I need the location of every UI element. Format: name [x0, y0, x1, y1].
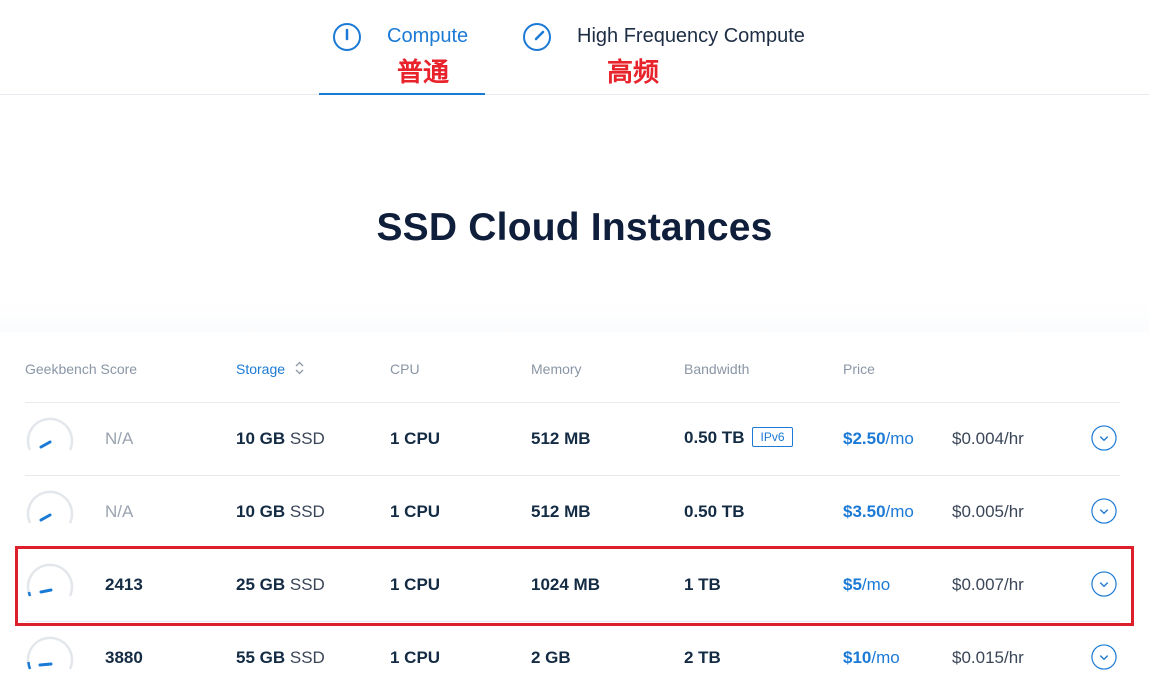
- geekbench-score: N/A: [105, 502, 134, 521]
- bandwidth-cell: 2 TB: [684, 648, 721, 667]
- page-title: SSD Cloud Instances: [376, 206, 773, 249]
- sort-arrows-icon: [295, 361, 304, 375]
- hourly-price: $0.005/hr: [952, 502, 1024, 521]
- monthly-price: $2.50/mo: [843, 429, 914, 448]
- instance-type-tabs: Compute 普通 High Frequency Compute 高频: [0, 0, 1149, 95]
- instances-table: Geekbench Score Storage CPU Memory Bandw…: [0, 332, 1149, 697]
- table-row[interactable]: N/A 10 GB SSD 1 CPU 512 MB 0.50 TB IPv6 $…: [25, 402, 1120, 476]
- column-storage[interactable]: Storage: [236, 361, 304, 377]
- storage-cell: 55 GB SSD: [236, 648, 325, 667]
- ipv6-badge: IPv6: [752, 427, 793, 447]
- table-header: Geekbench Score Storage CPU Memory Bandw…: [0, 332, 1149, 402]
- bandwidth-cell: 0.50 TB: [684, 502, 745, 521]
- active-tab-indicator: [319, 93, 485, 95]
- bandwidth-cell: 0.50 TB IPv6: [684, 427, 793, 448]
- storage-cell: 10 GB SSD: [236, 502, 325, 521]
- highlight-box: [15, 546, 1134, 626]
- column-cpu[interactable]: CPU: [390, 361, 420, 377]
- column-geekbench-score[interactable]: Geekbench Score: [25, 361, 137, 377]
- memory-cell: 512 MB: [531, 502, 591, 521]
- cpu-cell: 1 CPU: [390, 429, 441, 448]
- tab-compute[interactable]: Compute 普通: [319, 0, 485, 95]
- chevron-down-circle-icon[interactable]: [1091, 498, 1117, 524]
- memory-cell: 2 GB: [531, 648, 571, 667]
- column-storage-label: Storage: [236, 361, 286, 377]
- geekbench-gauge-icon: [26, 417, 74, 451]
- geekbench-score: N/A: [105, 429, 134, 448]
- tab-high-frequency-annotation: 高频: [607, 57, 660, 87]
- tab-compute-label: Compute: [387, 25, 469, 47]
- monthly-price: $10/mo: [843, 648, 900, 667]
- table-row[interactable]: 3880 55 GB SSD 1 CPU 2 GB 2 TB $10/mo $0…: [25, 621, 1120, 695]
- cpu-cell: 1 CPU: [390, 648, 441, 667]
- hourly-price: $0.004/hr: [952, 429, 1024, 448]
- section-divider: [0, 300, 1149, 332]
- tab-compute-annotation: 普通: [397, 57, 450, 87]
- hourly-price: $0.015/hr: [952, 648, 1024, 667]
- gauge-high-icon: [523, 23, 551, 51]
- column-bandwidth[interactable]: Bandwidth: [684, 361, 749, 377]
- memory-cell: 512 MB: [531, 429, 591, 448]
- column-memory[interactable]: Memory: [531, 361, 582, 377]
- monthly-price: $3.50/mo: [843, 502, 914, 521]
- tab-high-frequency-compute[interactable]: High Frequency Compute 高频: [505, 0, 835, 94]
- storage-cell: 10 GB SSD: [236, 429, 325, 448]
- table-row[interactable]: N/A 10 GB SSD 1 CPU 512 MB 0.50 TB $3.50…: [25, 475, 1120, 549]
- cpu-cell: 1 CPU: [390, 502, 441, 521]
- geekbench-gauge-icon: [26, 490, 74, 524]
- chevron-down-circle-icon[interactable]: [1091, 644, 1117, 670]
- gauge-low-icon: [333, 23, 361, 51]
- chevron-down-circle-icon[interactable]: [1091, 425, 1117, 451]
- geekbench-gauge-icon: [26, 636, 74, 670]
- geekbench-score: 3880: [105, 648, 143, 667]
- column-price[interactable]: Price: [843, 361, 875, 377]
- tab-high-frequency-label: High Frequency Compute: [577, 25, 805, 47]
